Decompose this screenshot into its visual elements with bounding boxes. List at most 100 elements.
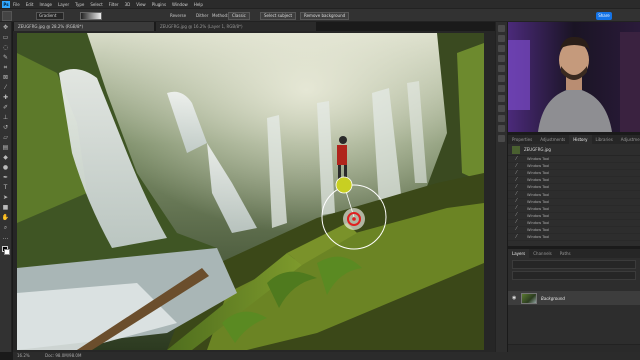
tab-history[interactable]: History — [569, 135, 592, 144]
history-step-icon: ⁄ — [516, 162, 517, 169]
zoom-tool-icon[interactable]: ⌕ — [2, 224, 10, 232]
document-tab-2[interactable]: ZEUGFRG.jpg @ 16.2% (Layer 1, RGB/8*) — [156, 22, 316, 31]
menu-edit[interactable]: Edit — [26, 2, 34, 7]
tab-channels[interactable]: Channels — [529, 249, 556, 258]
zoom-level[interactable]: 16.2% — [17, 353, 30, 358]
menu-plugins[interactable]: Plugins — [152, 2, 166, 7]
layer-thumbnail — [521, 292, 537, 304]
tab-properties[interactable]: Properties — [508, 135, 536, 144]
shape-tool-icon[interactable]: ■ — [2, 204, 10, 212]
tab-layers[interactable]: Layers — [508, 249, 530, 258]
blend-mode-bar[interactable] — [512, 271, 636, 280]
forest-waterfall-photo — [17, 33, 484, 350]
reverse-checkbox[interactable]: Reverse — [170, 13, 186, 18]
menu-type[interactable]: Type — [75, 2, 84, 7]
color-panel-icon[interactable] — [498, 25, 505, 32]
history-step-icon: ⁄ — [516, 176, 517, 183]
hand-tool-icon[interactable]: ✋ — [2, 214, 10, 222]
history-step[interactable]: ⁄ Window Tool — [508, 199, 640, 206]
select-subject-button[interactable]: Select subject — [260, 12, 297, 20]
share-button[interactable]: Share — [596, 12, 612, 20]
webcam-overlay — [508, 22, 640, 132]
history-step[interactable]: ⁄ Window Tool — [508, 227, 640, 235]
info-panel-icon[interactable] — [498, 135, 505, 142]
gradient-tool-icon[interactable] — [2, 11, 12, 21]
history-step-icon: ⁄ — [516, 155, 517, 162]
history-step-icon: ⁄ — [516, 183, 517, 190]
history-step[interactable]: ⁄ Window Tool — [508, 183, 640, 192]
eraser-tool-icon[interactable]: ▱ — [2, 134, 10, 142]
swatches-panel-icon[interactable] — [498, 35, 505, 42]
history-step[interactable]: ⁄ Window Tool — [508, 220, 640, 227]
tab-paths[interactable]: Paths — [556, 249, 575, 258]
history-step[interactable]: ⁄ Window Tool — [508, 155, 640, 164]
menu-filter[interactable]: Filter — [109, 2, 119, 7]
menu-3d[interactable]: 3D — [125, 2, 131, 7]
pen-tool-icon[interactable]: ✒ — [2, 174, 10, 182]
quick-select-tool-icon[interactable]: ✎ — [2, 54, 10, 62]
menu-window[interactable]: Window — [172, 2, 188, 7]
history-brush-icon[interactable]: ↺ — [2, 124, 10, 132]
history-step[interactable]: ⁄ Window Tool — [508, 170, 640, 178]
method-select[interactable]: Classic — [228, 12, 250, 20]
eye-icon[interactable]: ◉ — [512, 295, 518, 301]
character-panel-icon[interactable] — [498, 115, 505, 122]
frame-tool-icon[interactable]: ⊠ — [2, 74, 10, 82]
history-step-icon: ⁄ — [516, 198, 517, 205]
patterns-panel-icon[interactable] — [498, 55, 505, 62]
paragraph-panel-icon[interactable] — [498, 125, 505, 132]
options-bar: Gradient Reverse Dither Method: Classic … — [0, 8, 640, 22]
gradients-panel-icon[interactable] — [498, 45, 505, 52]
snapshot-thumbnail — [512, 145, 520, 154]
layer-row-background[interactable]: ◉ Background — [508, 291, 640, 305]
gradient-swatch[interactable] — [80, 12, 102, 20]
gradient-tool-icon-side[interactable]: ▤ — [2, 144, 10, 152]
crop-tool-icon[interactable]: ⌗ — [2, 64, 10, 72]
menu-view[interactable]: View — [136, 2, 146, 7]
history-step[interactable]: ⁄ Window Tool — [508, 213, 640, 220]
properties-panel-icon[interactable] — [498, 65, 505, 72]
brush-settings-icon[interactable] — [498, 105, 505, 112]
libraries-panel-icon[interactable] — [498, 85, 505, 92]
tab-libraries[interactable]: Libraries — [592, 135, 617, 144]
document-tab[interactable]: ZEUGFRG.jpg @ 28.2% (RGB/8*) — [14, 22, 154, 31]
history-step[interactable]: ⁄ Window Tool — [508, 206, 640, 213]
method-label: Method: — [212, 13, 229, 18]
layers-panel: Layers Channels Paths ◉ Background — [508, 248, 640, 352]
history-step-icon: ⁄ — [516, 233, 517, 240]
history-snapshot[interactable]: ZEUGFRG.jpg — [508, 144, 640, 156]
layer-filter-bar[interactable] — [512, 260, 636, 269]
dodge-tool-icon[interactable]: ● — [2, 164, 10, 172]
adjustments-panel-icon[interactable] — [498, 75, 505, 82]
menu-select[interactable]: Select — [90, 2, 102, 7]
history-step[interactable]: ⁄ Window Tool — [508, 176, 640, 185]
dither-checkbox[interactable]: Dither — [196, 13, 208, 18]
eyedropper-tool-icon[interactable]: ⁄ — [2, 84, 10, 92]
tab-adjustments-2[interactable]: Adjustments — [617, 135, 640, 144]
menu-file[interactable]: File — [13, 2, 20, 7]
menu-image[interactable]: Image — [39, 2, 52, 7]
healing-tool-icon[interactable]: ✚ — [2, 94, 10, 102]
more-tools-icon[interactable]: … — [2, 234, 10, 242]
marquee-tool-icon[interactable]: ▭ — [2, 34, 10, 42]
history-step[interactable]: ⁄ Window Tool — [508, 162, 640, 171]
move-tool-icon[interactable]: ✥ — [2, 24, 10, 32]
tools-panel: ✥ ▭ ◌ ✎ ⌗ ⊠ ⁄ ✚ ✐ ⊥ ↺ ▱ ▤ ◆ ● ✒ T ➤ ■ ✋ … — [0, 22, 12, 352]
preset-picker[interactable]: Gradient — [36, 12, 64, 20]
history-step[interactable]: ⁄ Window Tool — [508, 191, 640, 199]
lasso-tool-icon[interactable]: ◌ — [2, 44, 10, 52]
tab-adjustments[interactable]: Adjustments — [536, 135, 569, 144]
color-swatches[interactable] — [0, 246, 12, 260]
path-select-tool-icon[interactable]: ➤ — [2, 194, 10, 202]
history-step[interactable]: ⁄ Window Tool — [508, 233, 640, 242]
layer-name: Background — [541, 295, 565, 301]
document-canvas[interactable] — [17, 33, 484, 350]
stamp-tool-icon[interactable]: ⊥ — [2, 114, 10, 122]
styles-panel-icon[interactable] — [498, 95, 505, 102]
menu-help[interactable]: Help — [194, 2, 203, 7]
brush-tool-icon[interactable]: ✐ — [2, 104, 10, 112]
type-tool-icon[interactable]: T — [2, 184, 10, 192]
blur-tool-icon[interactable]: ◆ — [2, 154, 10, 162]
remove-background-button[interactable]: Remove background — [300, 12, 350, 20]
menu-layer[interactable]: Layer — [58, 2, 69, 7]
